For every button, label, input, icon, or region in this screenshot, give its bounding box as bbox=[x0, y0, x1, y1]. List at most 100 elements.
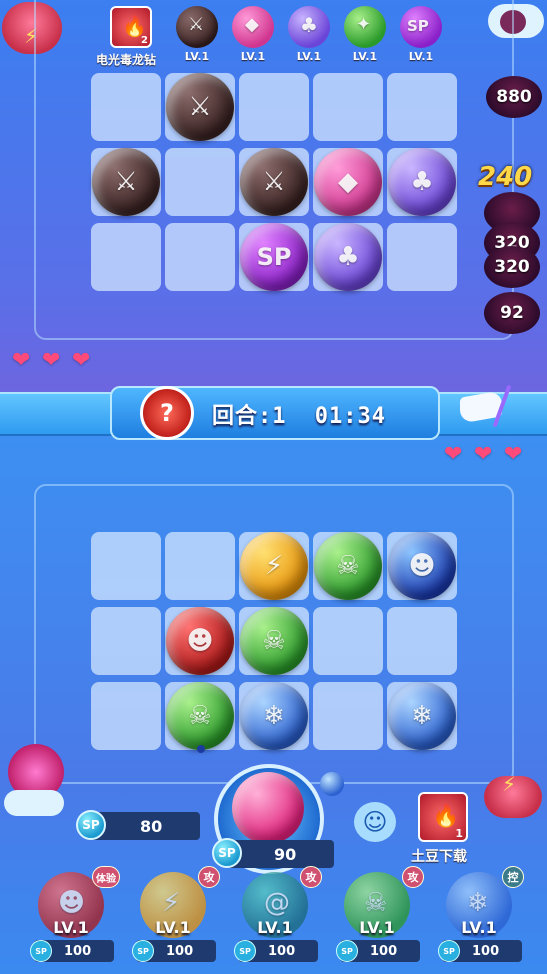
skill-sp-value: 100 bbox=[268, 943, 296, 959]
snowflake-orb[interactable]: ❄ bbox=[388, 682, 456, 750]
skull-icon: ☠ bbox=[336, 551, 360, 581]
swirl-icon: @ bbox=[264, 888, 290, 918]
cloud-icon bbox=[4, 790, 64, 816]
board-cell[interactable] bbox=[165, 532, 235, 600]
emoji-chat-button[interactable]: ☺ bbox=[354, 802, 396, 842]
skill-tag: 攻 bbox=[402, 866, 424, 888]
skill-sp-value: 100 bbox=[370, 943, 398, 959]
sp-badge: SP bbox=[438, 940, 460, 962]
opera-mask-icon: ☻ bbox=[408, 551, 436, 581]
board-cell bbox=[387, 223, 457, 291]
heart-icon: ❤ bbox=[72, 348, 91, 373]
sp-badge-label: SP bbox=[82, 818, 100, 832]
heart-icon: ❤ bbox=[12, 348, 31, 373]
pink-gem-orb: ◆ bbox=[314, 148, 382, 216]
round-label: 回合:1 bbox=[212, 404, 287, 429]
shooter-orb[interactable] bbox=[232, 772, 304, 844]
skill-tag: 控 bbox=[502, 866, 524, 888]
sp-badge: SP bbox=[336, 940, 358, 962]
lightning-icon: ⚡ bbox=[162, 888, 181, 918]
board-cell[interactable] bbox=[313, 682, 383, 750]
snowflake-icon: ❄ bbox=[467, 888, 489, 918]
sp-orb: SP bbox=[240, 223, 308, 291]
skill-sp: SP 100 bbox=[438, 940, 522, 962]
lightning-icon: ⚡ bbox=[264, 551, 284, 581]
clover-icon: ♣ bbox=[336, 242, 360, 272]
enemy-monster: 92 bbox=[484, 292, 540, 334]
sp-icon: SP bbox=[256, 243, 292, 271]
damage-number: 240 bbox=[478, 162, 533, 192]
clover-orb: ♣ bbox=[314, 223, 382, 291]
blue-mask-orb[interactable]: ☻ bbox=[388, 532, 456, 600]
sword-icon: ⚔ bbox=[262, 167, 286, 197]
snowflake-orb[interactable]: ❄ bbox=[240, 682, 308, 750]
heart-icon: ❤ bbox=[444, 442, 463, 467]
sp-badge: SP bbox=[30, 940, 52, 962]
sp-badge: SP bbox=[76, 810, 106, 840]
center-sp-bar: 90 bbox=[226, 840, 334, 868]
next-orb[interactable] bbox=[320, 772, 344, 796]
skill-sp: SP 100 bbox=[30, 940, 114, 962]
skull-icon: ☠ bbox=[364, 888, 388, 918]
surrender-flag-icon[interactable] bbox=[452, 384, 512, 428]
skill-sp: SP 100 bbox=[336, 940, 420, 962]
pink-gem-icon: ◆ bbox=[338, 167, 358, 197]
sp-value: 90 bbox=[274, 844, 297, 864]
board-cell bbox=[91, 223, 161, 291]
skill-sp-value: 100 bbox=[166, 943, 194, 959]
opera-mask-icon: ☻ bbox=[58, 888, 86, 918]
skull-orb[interactable]: ☠ bbox=[314, 532, 382, 600]
lightning-orb[interactable]: ⚡ bbox=[240, 532, 308, 600]
board-cell bbox=[239, 73, 309, 141]
skill-sp-value: 100 bbox=[472, 943, 500, 959]
skull-orb[interactable]: ☠ bbox=[166, 682, 234, 750]
board-cell bbox=[165, 148, 235, 216]
snowflake-icon: ❄ bbox=[411, 701, 433, 731]
skill-level: LV.1 bbox=[461, 918, 497, 937]
bomb-question-icon[interactable]: ? bbox=[140, 386, 194, 440]
skill-tag: 体验 bbox=[92, 866, 120, 888]
skill-tag: 攻 bbox=[198, 866, 220, 888]
board-cell[interactable] bbox=[387, 607, 457, 675]
round-info: 回合:1 01:34 bbox=[212, 398, 386, 430]
clover-orb: ♣ bbox=[388, 148, 456, 216]
skull-icon: ☠ bbox=[262, 626, 286, 656]
board-cell[interactable] bbox=[313, 607, 383, 675]
enemy-monster: 320 bbox=[484, 246, 540, 288]
skill-level: LV.1 bbox=[359, 918, 395, 937]
skill-level: LV.1 bbox=[155, 918, 191, 937]
board-cell bbox=[91, 73, 161, 141]
enemy-hp: 880 bbox=[496, 87, 532, 107]
fire-icon: 🔥 bbox=[432, 804, 460, 829]
item-count: 1 bbox=[455, 827, 463, 840]
timer: 01:34 bbox=[314, 404, 386, 429]
heart-icon: ❤ bbox=[504, 442, 523, 467]
sp-badge: SP bbox=[234, 940, 256, 962]
skull-orb[interactable]: ☠ bbox=[240, 607, 308, 675]
board-cell[interactable] bbox=[91, 607, 161, 675]
board-cell[interactable] bbox=[91, 682, 161, 750]
skill-level: LV.1 bbox=[257, 918, 293, 937]
skull-icon: ☠ bbox=[188, 701, 212, 731]
opera-mask-icon: ☻ bbox=[186, 626, 214, 656]
enemy-hp: 92 bbox=[500, 303, 524, 323]
sp-value: 80 bbox=[140, 816, 163, 836]
skill-tag: 攻 bbox=[300, 866, 322, 888]
skill-sp: SP 100 bbox=[234, 940, 318, 962]
red-mask-orb[interactable]: ☻ bbox=[166, 607, 234, 675]
aim-dot bbox=[197, 745, 205, 753]
player-item-slot[interactable]: 🔥 1 bbox=[418, 792, 468, 842]
board-cell[interactable] bbox=[91, 532, 161, 600]
lightning-icon: ⚡ bbox=[502, 772, 517, 796]
board-cell bbox=[165, 223, 235, 291]
sword-icon: ⚔ bbox=[114, 167, 138, 197]
skill-sp-value: 100 bbox=[64, 943, 92, 959]
clover-icon: ♣ bbox=[410, 167, 434, 197]
player-item-name: 土豆下载 bbox=[411, 849, 467, 865]
sp-badge-label: SP bbox=[218, 846, 236, 860]
sword-orb: ⚔ bbox=[92, 148, 160, 216]
skill-level: LV.1 bbox=[53, 918, 89, 937]
sp-badge: SP bbox=[132, 940, 154, 962]
left-sp-bar: 80 bbox=[90, 812, 200, 840]
sword-orb: ⚔ bbox=[166, 73, 234, 141]
